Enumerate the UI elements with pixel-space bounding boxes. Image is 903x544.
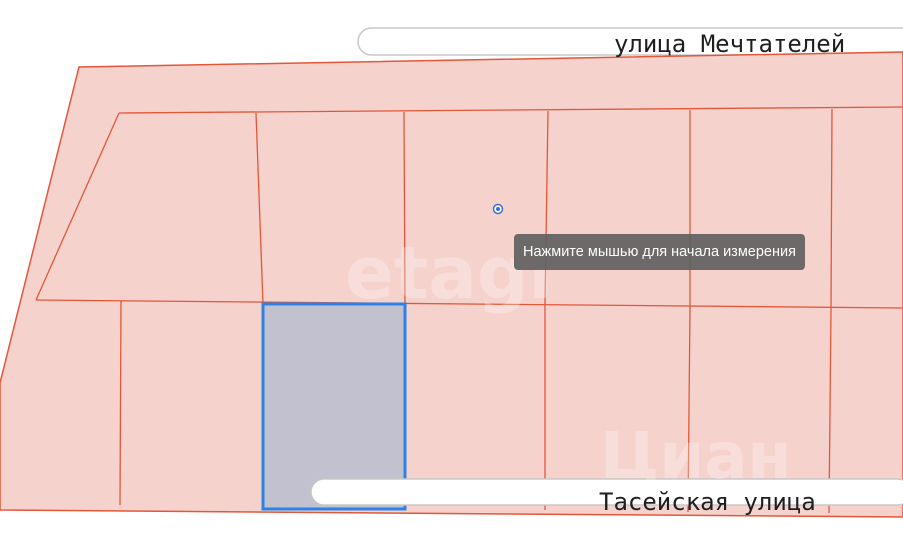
cian-watermark: Циан: [600, 420, 792, 494]
street-label-taseyskaya: Тасейская улица: [599, 488, 816, 516]
street-label-mechtateley: улица Мечтателей: [614, 30, 845, 58]
cadastral-map[interactable]: etagi Циан улица Мечтателей Тасейская ул…: [0, 0, 903, 544]
cursor-marker-icon: [492, 203, 504, 215]
measure-tooltip: Нажмите мышью для начала измерения: [514, 234, 805, 270]
